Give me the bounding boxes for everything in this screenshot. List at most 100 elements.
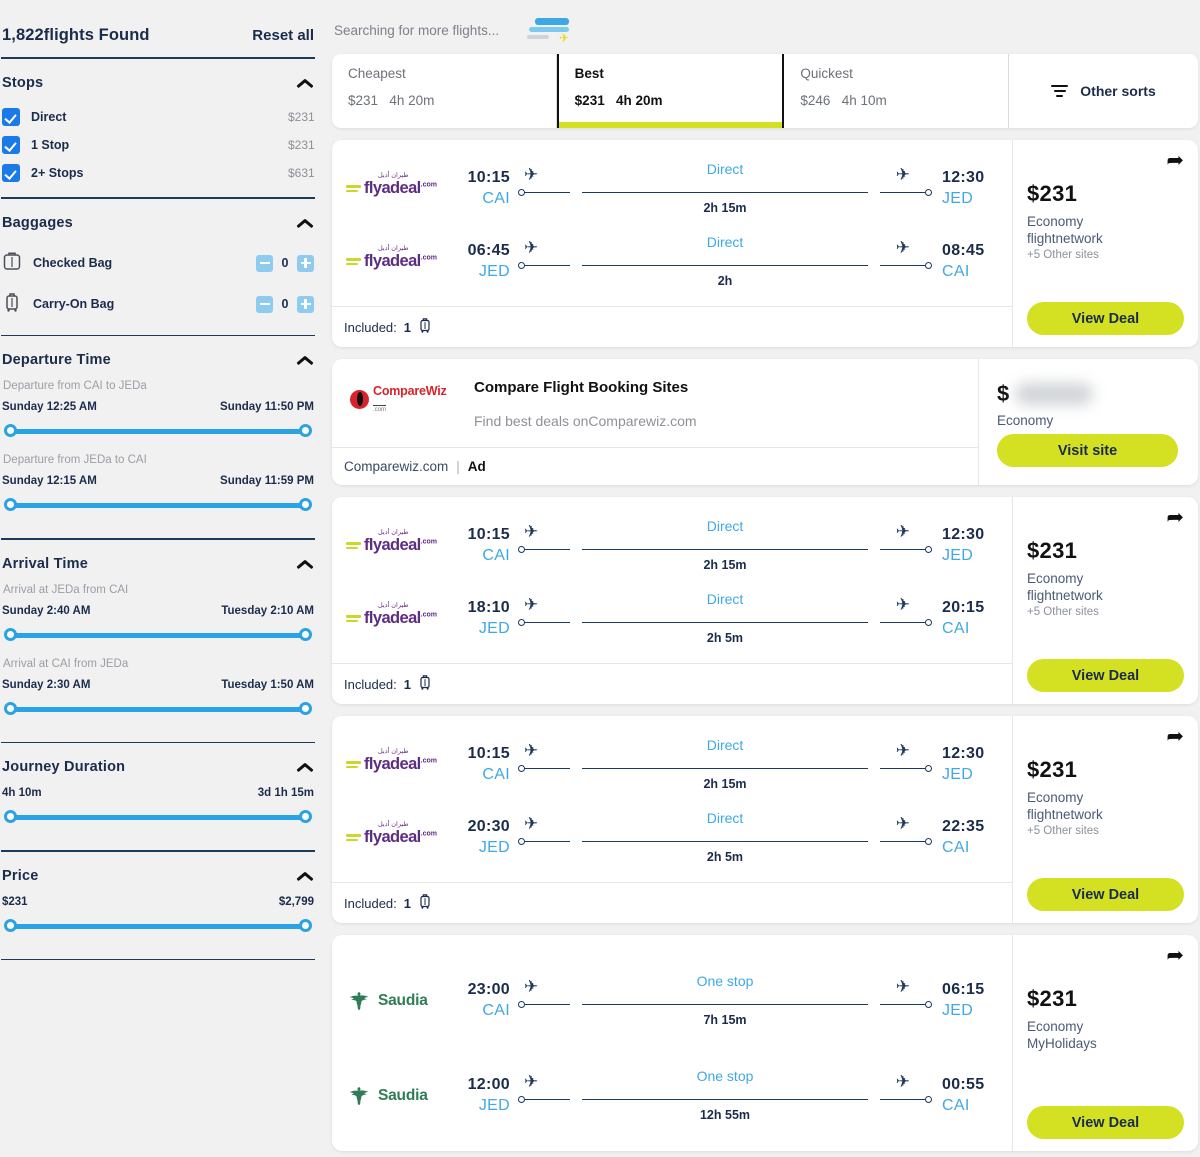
divider [1,958,315,960]
checked-bag-decrement-button[interactable] [256,254,273,272]
tab-quickest[interactable]: Quickest $246 4h 10m [784,54,1008,128]
included-count: 1 [403,319,411,335]
plane-arrival-icon: ✈ [895,164,910,184]
slider-knob-max[interactable] [299,918,312,932]
filter-stops-header[interactable]: Stops [2,75,314,91]
range-max-value: $2,799 [278,895,314,908]
ad-title[interactable]: Compare Flight Booking Sites [474,379,962,396]
departure-airport-code: JED [478,839,510,856]
view-deal-button[interactable]: View Deal [1027,302,1184,335]
ad-badge: Ad [467,459,486,474]
departure-time: 10:15 [467,526,510,543]
carry-on-bag-decrement-button[interactable] [256,295,273,313]
filter-departure-time-title: Departure Time [2,352,111,368]
flyadeal-arabic-text: طيران أديل [378,821,409,828]
chevron-up-icon[interactable] [296,217,314,229]
checked-bag-increment-button[interactable] [297,254,314,272]
stops-option-2plus[interactable]: 2+ Stops $631 [2,159,314,187]
leg-duration: 2h 15m [703,200,747,215]
flight-legs: Saudia 23:00 CAI One stop ✈ ✈ 7h 15m 06:… [332,935,1012,1151]
tab-cheapest[interactable]: Cheapest $231 4h 20m [332,54,557,128]
other-sites-count[interactable]: +5 Other sites [1027,606,1184,618]
view-deal-button[interactable]: View Deal [1027,1106,1184,1139]
visit-site-button[interactable]: Visit site [997,434,1178,467]
arrival-return-slider[interactable] [4,701,312,716]
other-sites-count[interactable]: +5 Other sites [1027,825,1184,837]
stops-option-1stop[interactable]: 1 Stop $231 [2,131,314,159]
slider-knob-min[interactable] [4,918,17,932]
provider-name: MyHolidays [1027,1036,1097,1051]
arrival-outbound-slider[interactable] [4,627,312,642]
airline-logo-flyadeal: طيران أديل flyadeal.com [342,602,454,628]
advertisement-card[interactable]: CompareWiz .com Compare Flight Booking S… [332,359,1198,485]
flight-card[interactable]: طيران أديل flyadeal.com 10:15 CAI Direct [332,140,1198,347]
tab-label: Quickest [800,66,853,81]
filter-baggages-header[interactable]: Baggages [2,215,314,231]
price-slider[interactable] [4,918,312,933]
journey-duration-slider[interactable] [4,810,312,824]
reset-all-button[interactable]: Reset all [252,27,314,44]
leg-departure: 23:00 CAI [454,981,518,1020]
filter-journey-duration: Journey Duration 4h 10m 3d 1h 15m [0,743,316,850]
chevron-up-icon[interactable] [296,77,314,89]
ad-texts: Compare Flight Booking Sites Find best d… [462,379,962,429]
airline-name: flyadeal [364,252,421,270]
checkbox-checked-icon[interactable] [2,164,20,182]
slider-knob-max[interactable] [299,627,312,641]
departure-time: 23:00 [467,981,510,998]
slider-knob-max[interactable] [299,701,312,715]
flyadeal-arabic-text: طيران أديل [378,748,409,755]
departure-airport-code: JED [478,620,510,637]
departure-time: 18:10 [467,599,510,616]
flight-card[interactable]: طيران أديل flyadeal.com 10:15 CAI Direct [332,497,1198,704]
slider-knob-max[interactable] [299,498,312,511]
flight-price: $231 [1027,538,1078,563]
slider-knob-min[interactable] [4,498,17,511]
leg-arrival: 12:30 JED [932,526,996,565]
chevron-up-icon[interactable] [296,870,314,882]
tab-best[interactable]: Best $231 4h 20m [556,54,785,128]
stops-option-price: $631 [288,166,314,180]
share-icon[interactable]: ➦ [1166,150,1184,171]
filter-price-header[interactable]: Price [2,868,314,884]
filter-departure-time-header[interactable]: Departure Time [2,352,314,368]
share-icon[interactable]: ➦ [1166,945,1184,966]
slider-track [9,429,307,434]
carry-on-bag-increment-button[interactable] [297,295,314,313]
chevron-up-icon[interactable] [296,354,314,366]
filter-arrival-time-header[interactable]: Arrival Time [2,556,314,572]
view-deal-button[interactable]: View Deal [1027,659,1184,692]
arrival-airport-code: CAI [942,620,970,637]
filter-journey-duration-header[interactable]: Journey Duration [2,759,314,775]
leg-departure: 20:30 JED [454,818,518,857]
stops-option-direct[interactable]: Direct $231 [2,103,314,131]
slider-knob-max[interactable] [299,810,312,823]
leg-departure: 18:10 JED [454,599,518,638]
slider-knob-min[interactable] [4,424,17,437]
route-dot-destination [925,261,932,269]
arrival-airport-code: CAI [942,1097,970,1114]
chevron-up-icon[interactable] [296,761,314,773]
share-icon[interactable]: ➦ [1166,726,1184,747]
flight-card[interactable]: Saudia 23:00 CAI One stop ✈ ✈ 7h 15m 06:… [332,935,1198,1151]
slider-knob-min[interactable] [4,810,17,823]
plane-arrival-icon: ✈ [895,594,910,614]
slider-knob-max[interactable] [299,424,312,437]
departure-outbound-slider[interactable] [4,424,312,438]
tab-duration: 4h 20m [389,93,435,108]
slider-knob-min[interactable] [4,627,17,641]
view-deal-button[interactable]: View Deal [1027,878,1184,911]
airline-name: flyadeal [364,536,421,554]
checkbox-checked-icon[interactable] [2,136,20,154]
other-sorts-button[interactable]: Other sorts [1008,54,1198,128]
baggage-label: Carry-On Bag [33,297,115,311]
share-icon[interactable]: ➦ [1166,507,1184,528]
plane-arrival-icon: ✈ [895,740,910,760]
departure-return-slider[interactable] [4,498,312,512]
slider-knob-min[interactable] [4,701,17,715]
chevron-up-icon[interactable] [296,558,314,570]
flight-card[interactable]: طيران أديل flyadeal.com 10:15 CAI Direct [332,716,1198,923]
other-sites-count[interactable]: +5 Other sites [1027,249,1184,261]
comparewiz-logo: CompareWiz .com [344,379,462,419]
checkbox-checked-icon[interactable] [2,108,20,126]
